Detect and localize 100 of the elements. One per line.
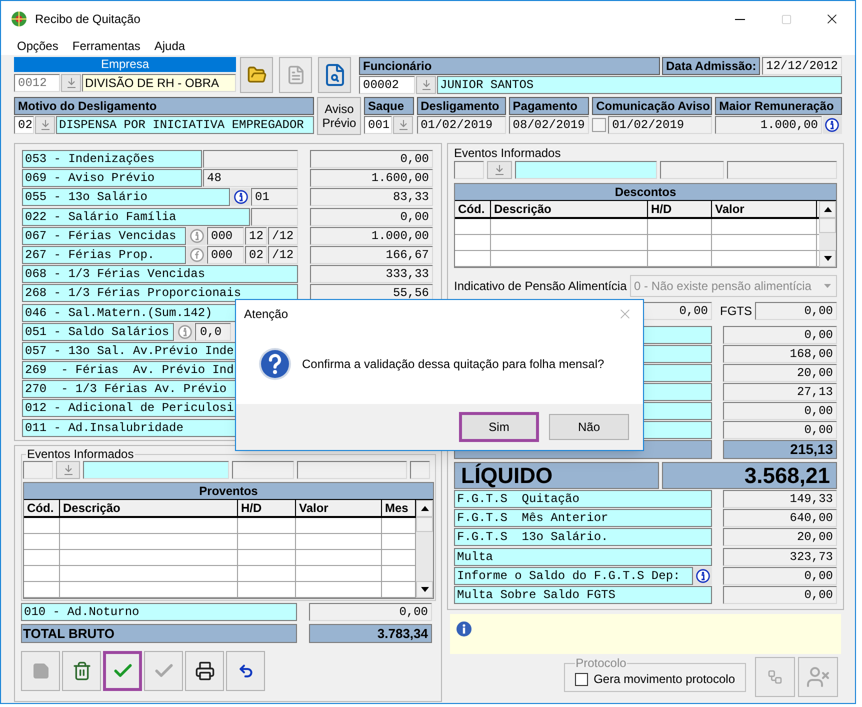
earning-label: 267 - Férias Prop. [22, 246, 186, 264]
scroll-thumb[interactable] [819, 218, 836, 233]
text-field[interactable]: 1.000,00 [715, 116, 822, 134]
value-field[interactable]: 149,33 [723, 490, 837, 508]
column-header[interactable]: Valor [296, 500, 382, 516]
text-field[interactable]: 02 [14, 116, 34, 134]
value-field[interactable]: 166,67 [310, 246, 433, 264]
field-label: FGTS [720, 303, 752, 320]
value-field[interactable]: 168,00 [723, 345, 837, 363]
group-title: Eventos Informados [454, 147, 562, 160]
up-arrow-icon [420, 506, 428, 511]
value-field[interactable]: 0,00 [723, 326, 837, 344]
checkbox[interactable] [574, 672, 588, 686]
column-header[interactable]: Descrição [60, 500, 238, 516]
column-header[interactable]: Cód. [24, 500, 60, 516]
value-field[interactable]: 0,00 [723, 402, 837, 420]
lookup-button[interactable] [35, 116, 55, 134]
value-field[interactable]: 0,00 [723, 586, 837, 604]
text-field[interactable]: 01 [251, 188, 298, 206]
employee-name-field[interactable]: JUNIOR SANTOS [437, 76, 842, 94]
text-field[interactable] [727, 161, 837, 179]
text-field[interactable]: 0,0 [195, 322, 231, 341]
fgts-label: Informe o Saldo do F.G.T.S Dep: [454, 566, 693, 585]
column-header[interactable]: Valor [712, 201, 817, 217]
text-field[interactable]: /12 [268, 246, 298, 264]
company-name-field[interactable]: DIVISÃO DE RH - OBRA [82, 74, 236, 92]
net-value: 3.568,21 [662, 462, 837, 489]
text-field[interactable]: 01/02/2019 [416, 116, 506, 134]
column-header[interactable]: H/D [238, 500, 296, 516]
checkbox[interactable] [592, 118, 606, 132]
text-field[interactable] [515, 161, 657, 179]
column-header[interactable]: H/D [648, 201, 712, 217]
lookup-button[interactable] [61, 74, 81, 92]
text-field[interactable] [232, 461, 294, 479]
earning-label: 022 - Salário Família [22, 208, 250, 226]
undo-icon [238, 663, 254, 679]
scroll-thumb[interactable] [416, 517, 433, 532]
value-field[interactable]: 0,00 [310, 150, 433, 168]
dialog-button[interactable]: Não [549, 414, 629, 440]
value-field[interactable]: 20,00 [723, 364, 837, 382]
value-field[interactable]: 1.000,00 [310, 226, 433, 245]
text-field[interactable] [410, 461, 430, 479]
text-field[interactable] [23, 461, 53, 479]
text-field[interactable]: 02 [245, 246, 267, 264]
text-field[interactable]: 000 [207, 246, 244, 264]
info-button[interactable] [693, 566, 712, 585]
scroll-down-button[interactable] [819, 250, 836, 267]
text-field[interactable]: 0012 [14, 74, 60, 92]
value-field[interactable]: 0,00 [310, 208, 433, 226]
text-field[interactable]: 000 [207, 226, 244, 245]
dialog-title: Atenção [244, 306, 288, 323]
column-header[interactable]: Cód. [455, 201, 491, 217]
scroll-up-button[interactable] [416, 500, 433, 517]
toolbar-button[interactable] [226, 651, 265, 691]
aviso-previo-button[interactable]: Aviso Prévio [317, 97, 362, 135]
lookup-button[interactable] [487, 161, 512, 179]
value-field[interactable]: 333,33 [310, 265, 433, 284]
toolbar-button[interactable] [185, 651, 224, 691]
text-field[interactable]: 001 [364, 116, 392, 134]
menu-item[interactable]: Ajuda [154, 37, 186, 55]
value-field[interactable]: 323,73 [723, 548, 837, 566]
info-button[interactable] [822, 116, 842, 134]
text-field[interactable]: 08/02/2019 [508, 116, 590, 134]
value-field[interactable]: 0,00 [723, 421, 837, 439]
value-field[interactable]: 20,00 [723, 528, 837, 546]
menu-item[interactable]: Opções [17, 37, 58, 55]
section-header: Maior Remuneração [715, 97, 842, 115]
earning-label: 268 - 1/3 Férias Proporcionais [22, 284, 298, 302]
value-field[interactable]: 83,33 [310, 188, 433, 206]
lookup-button[interactable] [416, 76, 436, 94]
text-field[interactable]: 12 [245, 226, 267, 245]
text-field[interactable] [297, 461, 407, 479]
scroll-up-button[interactable] [819, 201, 836, 218]
reason-field[interactable]: DISPENSA POR INICIATIVA EMPREGADOR [56, 116, 314, 134]
text-field[interactable]: /12 [268, 226, 298, 245]
text-field[interactable] [83, 461, 229, 479]
text-field[interactable]: 01/02/2019 [608, 116, 712, 134]
value-field[interactable]: 1.600,00 [310, 169, 433, 188]
info-icon [825, 118, 840, 132]
value-field[interactable]: 0,00 [755, 302, 837, 320]
lookup-button[interactable] [56, 461, 80, 479]
value-field[interactable]: 27,13 [723, 383, 837, 401]
dialog-button[interactable]: Sim [459, 412, 539, 442]
text-field[interactable] [251, 208, 298, 226]
value-field[interactable]: 640,00 [723, 509, 837, 528]
download-arrow-icon [422, 80, 430, 90]
down-arrow-icon [420, 587, 428, 592]
text-field[interactable]: 12/12/2012 [762, 57, 842, 75]
text-field[interactable] [203, 150, 298, 168]
value-field[interactable]: 0,00 [309, 603, 432, 621]
scroll-down-button[interactable] [416, 581, 433, 598]
column-header[interactable]: Descrição [491, 201, 648, 217]
text-field[interactable] [660, 161, 724, 179]
text-field[interactable] [454, 161, 484, 179]
info-button[interactable] [231, 188, 250, 206]
text-field[interactable]: 00002 [359, 76, 415, 94]
lookup-button[interactable] [393, 116, 414, 134]
value-field[interactable]: 0,00 [723, 566, 837, 585]
menu-item[interactable]: Ferramentas [72, 37, 140, 55]
text-field[interactable]: 48 [203, 169, 298, 188]
